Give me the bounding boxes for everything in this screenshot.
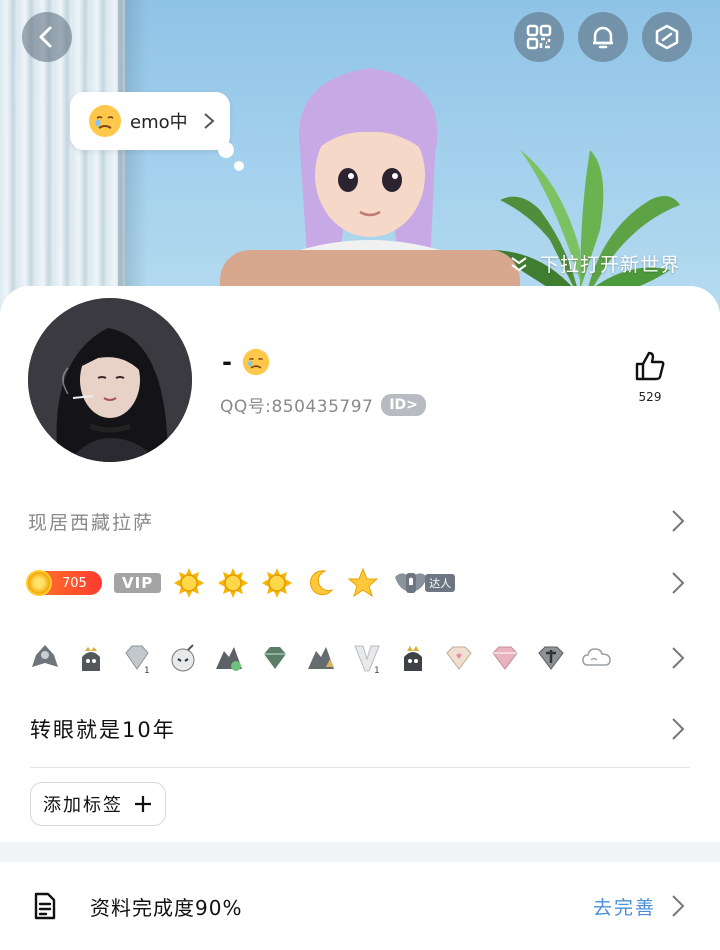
- mountain-medal-icon: [308, 647, 334, 669]
- qr-code-icon: [526, 24, 552, 50]
- diamond-medal-icon: 1: [125, 645, 150, 675]
- signature-text: 转眼就是10年: [30, 718, 176, 742]
- double-chevron-down-icon: [511, 256, 527, 271]
- pull-down-hint[interactable]: 下拉打开新世界: [508, 250, 680, 277]
- chevron-right-icon: [203, 113, 215, 129]
- cloud-medal-icon: [582, 648, 611, 666]
- avatar-portrait: [28, 298, 192, 462]
- medals-row[interactable]: 1 1: [0, 628, 720, 688]
- bubble-tail-dot: [234, 161, 244, 171]
- mood-status-bubble[interactable]: emo中: [70, 92, 230, 150]
- bird-medal-icon: [32, 645, 58, 667]
- hexagon-settings-icon: [655, 24, 679, 50]
- sad-face-icon: [89, 105, 121, 137]
- level-number: 705: [62, 575, 87, 591]
- vip-badge: VIP: [114, 573, 162, 593]
- chevron-right-icon: [672, 510, 685, 532]
- talent-badge: 达人: [391, 567, 456, 599]
- qq-number-line: QQ号:850435797 ID>: [220, 392, 426, 417]
- star-icon: [347, 567, 379, 598]
- bubble-tail-dot: [218, 142, 234, 158]
- pink-diamond-medal-icon: [492, 646, 518, 670]
- curtain-shadow: [118, 0, 148, 330]
- avatar[interactable]: [28, 298, 192, 462]
- heart-diamond-medal-icon: [446, 646, 472, 670]
- add-tag-label: 添加标签: [43, 795, 123, 816]
- gem-medal-icon: [264, 647, 286, 669]
- divider: [30, 767, 690, 768]
- add-tag-button[interactable]: 添加标签: [30, 782, 166, 826]
- crown-medal-icon: [82, 647, 100, 671]
- document-icon: [34, 892, 56, 920]
- complete-profile-link[interactable]: 去完善: [593, 893, 656, 920]
- mood-status-text: emo中: [130, 112, 188, 133]
- back-button[interactable]: [22, 12, 72, 62]
- talent-label: 达人: [425, 574, 456, 592]
- notifications-button[interactable]: [578, 12, 628, 62]
- bell-icon: [593, 26, 613, 49]
- sun-icon: [218, 568, 249, 598]
- chevron-right-icon: [672, 647, 685, 669]
- id-badge[interactable]: ID>: [381, 393, 426, 416]
- chevron-right-icon: [672, 895, 685, 917]
- sun-icon: [262, 568, 293, 598]
- back-icon: [39, 26, 52, 48]
- signature-row[interactable]: 转眼就是10年: [0, 706, 720, 752]
- profile-cover: emo中 下拉打开新世界: [0, 0, 720, 330]
- mountain-medal-icon: [216, 647, 242, 671]
- completion-text: 资料完成度90%: [90, 895, 243, 920]
- profile-completion-row[interactable]: 资料完成度90% 去完善: [0, 862, 720, 950]
- crown-medal-icon: [404, 646, 422, 671]
- nickname-text: -: [222, 348, 232, 376]
- plus-icon: [135, 796, 151, 812]
- svg-text:1: 1: [374, 666, 380, 675]
- v-medal-icon: 1: [354, 645, 380, 675]
- moon-icon: [310, 570, 334, 596]
- sun-icon: [174, 568, 205, 598]
- chevron-right-icon: [672, 718, 685, 740]
- location-text: 现居西藏拉萨: [28, 511, 155, 534]
- coin-icon: [26, 570, 52, 596]
- settings-button[interactable]: [642, 12, 692, 62]
- level-badges-row[interactable]: 705 VIP 达人: [0, 560, 720, 606]
- qq-number: QQ号:850435797: [220, 397, 374, 417]
- location-row[interactable]: 现居西藏拉萨: [0, 498, 720, 544]
- svg-text:1: 1: [144, 666, 150, 675]
- pull-hint-text: 下拉打开新世界: [540, 254, 681, 276]
- sad-face-icon: [242, 348, 270, 376]
- dark-diamond-medal-icon: [538, 646, 564, 670]
- like-count: 529: [638, 390, 662, 404]
- nickname: -: [222, 348, 270, 376]
- level-badge: 705: [26, 570, 102, 596]
- thumbs-up-icon: [635, 351, 665, 381]
- like-button[interactable]: 529: [622, 348, 678, 404]
- bomb-medal-icon: [171, 644, 195, 672]
- chevron-right-icon: [672, 572, 685, 594]
- qr-code-button[interactable]: [514, 12, 564, 62]
